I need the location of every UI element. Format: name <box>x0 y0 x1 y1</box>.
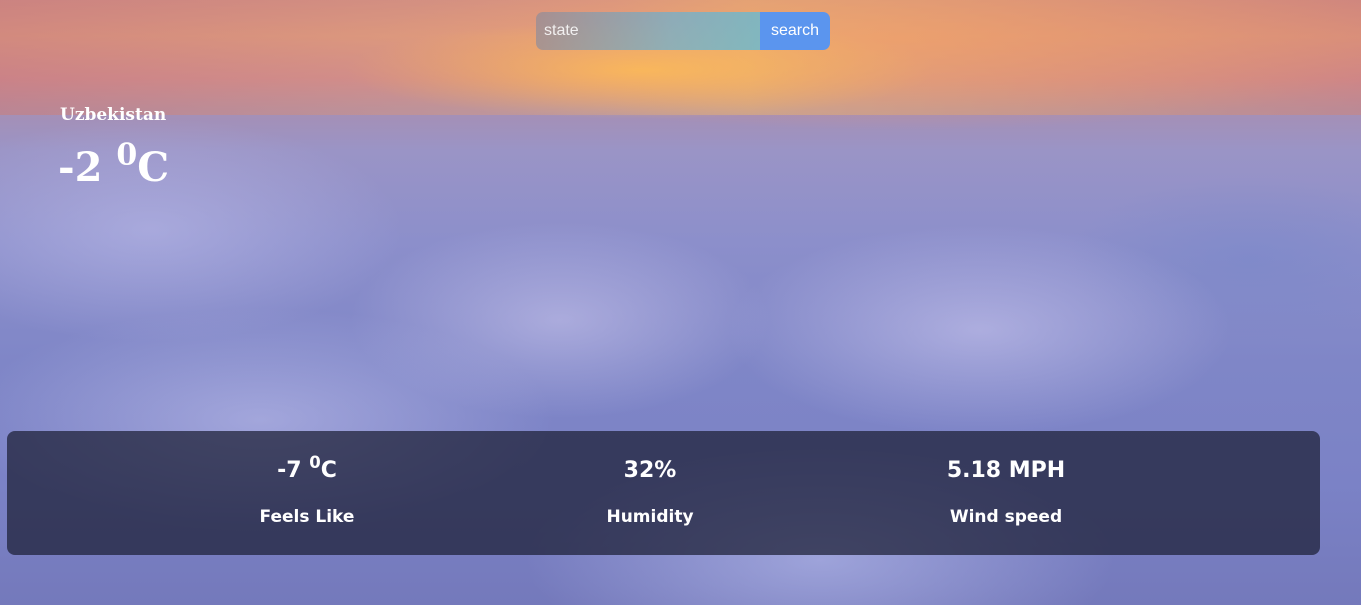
wind-speed-label: Wind speed <box>949 507 1063 527</box>
wind-stat: 5.18 MPH Wind speed <box>947 455 1065 527</box>
search-bar: search <box>536 12 830 50</box>
feels-like-unit: C <box>320 458 337 483</box>
humidity-stat: 32% Humidity <box>606 455 693 527</box>
current-temperature: -2 0C <box>58 140 169 196</box>
humidity-label: Humidity <box>606 507 694 527</box>
details-panel: -7 0C Feels Like 32% Humidity 5.18 MPH W… <box>7 431 1320 555</box>
temperature-value: -2 <box>58 144 117 191</box>
feels-like-stat: -7 0C Feels Like <box>259 452 355 527</box>
feels-like-label: Feels Like <box>259 507 355 527</box>
search-button[interactable]: search <box>760 12 830 50</box>
feels-like-degree-symbol: 0 <box>309 452 321 472</box>
search-input[interactable] <box>536 12 760 50</box>
humidity-value: 32% <box>623 458 677 483</box>
location-name: Uzbekistan <box>60 105 167 125</box>
wind-speed-value: 5.18 MPH <box>946 458 1066 483</box>
feels-like-value: -7 0C <box>260 452 355 487</box>
feels-like-number: -7 <box>277 458 310 483</box>
degree-symbol: 0 <box>116 137 138 173</box>
temperature-unit: C <box>137 144 170 191</box>
